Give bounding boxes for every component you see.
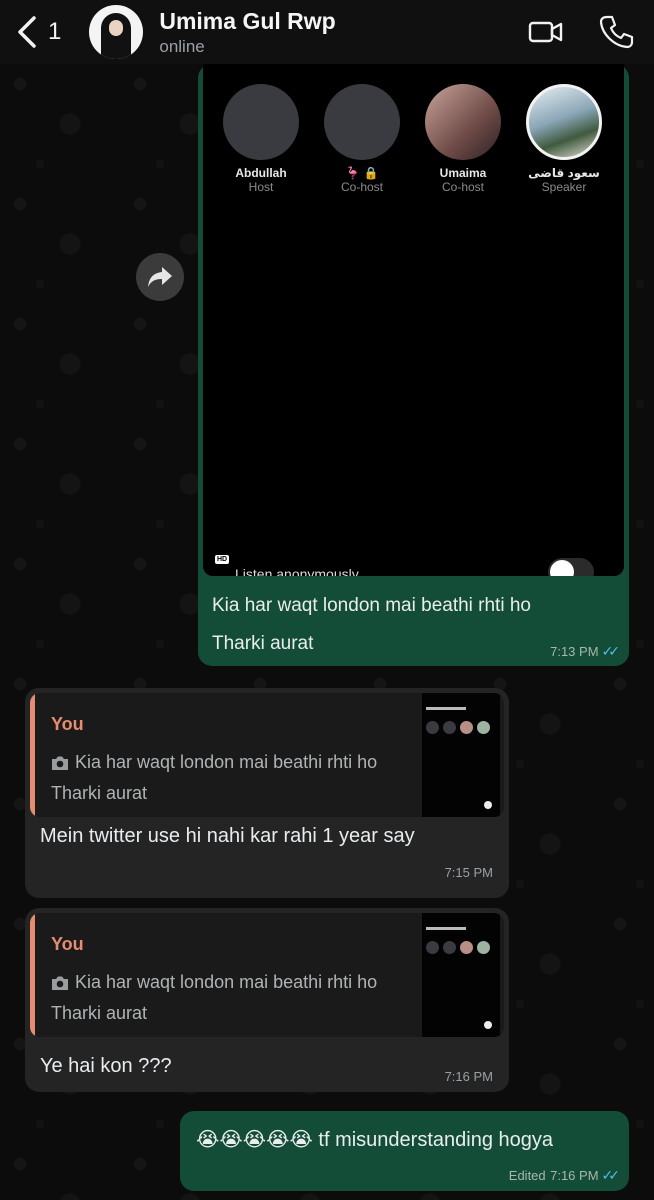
quote-line: Tharki aurat [51, 1003, 148, 1023]
camera-icon [52, 976, 68, 990]
quoted-message[interactable]: You Kia har waqt london mai beathi rhti … [30, 913, 504, 1037]
quote-author: You [51, 934, 84, 954]
quote-thumbnail [422, 693, 500, 817]
speaker-avatar [425, 84, 501, 160]
read-ticks-icon: ✓✓ [601, 1167, 621, 1183]
quoted-message[interactable]: You Kia har waqt london mai beathi rhti … [30, 693, 504, 817]
avatar[interactable] [89, 5, 144, 59]
speaker-list: Abdullah Host 🦩 🔒 Co-host Umaima Co-host… [223, 84, 602, 194]
outgoing-message[interactable]: 😭😭😭😭😭 tf misunderstanding hogya Edited 7… [180, 1111, 629, 1191]
quote-line: Kia har waqt london mai beathi rhti ho [75, 972, 378, 992]
speaker-name: Umaima [439, 166, 487, 180]
speaker-avatar [223, 84, 299, 160]
message-text: Ye hai kon ??? [40, 1055, 172, 1077]
speaker-name: سعود قاضی [528, 166, 600, 180]
unread-count: 1 [48, 18, 62, 45]
read-ticks-icon: ✓✓ [601, 643, 621, 659]
caption-line: Kia har waqt london mai beathi rhti ho [212, 595, 531, 616]
chat-header: 1 Umima Gul Rwp online [0, 0, 654, 64]
shared-screenshot[interactable]: Abdullah Host 🦩 🔒 Co-host Umaima Co-host… [203, 64, 624, 576]
message-time: 7:16 PM [444, 1069, 493, 1084]
message-time: 7:16 PM [550, 1168, 599, 1183]
listen-anonymously-label: Listen anonymously [235, 566, 359, 576]
contact-info[interactable]: Umima Gul Rwp online [159, 8, 335, 57]
speaker-name: Abdullah [235, 166, 287, 180]
hd-badge: HD [215, 555, 230, 564]
quote-text: Kia har waqt london mai beathi rhti ho T… [51, 967, 411, 1029]
speaker-role: Speaker [541, 180, 587, 194]
incoming-message[interactable]: You Kia har waqt london mai beathi rhti … [25, 908, 509, 1092]
speaker: 🦩 🔒 Co-host [324, 84, 400, 194]
camera-icon [52, 756, 68, 770]
chevron-left-icon [18, 16, 36, 48]
forward-button[interactable] [136, 253, 184, 301]
speaker-name: 🦩 🔒 [345, 166, 379, 180]
quote-accent-bar [30, 693, 35, 817]
message-time: 7:15 PM [444, 865, 493, 880]
speaker-role: Co-host [340, 180, 384, 194]
phone-icon[interactable] [598, 14, 634, 50]
caption-line: Tharki aurat [212, 633, 314, 654]
message-text: 😭😭😭😭😭 tf misunderstanding hogya [196, 1129, 553, 1151]
message-time: 7:13 PM [550, 644, 599, 659]
speaker-avatar [324, 84, 400, 160]
image-message[interactable]: Abdullah Host 🦩 🔒 Co-host Umaima Co-host… [198, 64, 629, 666]
speaker-role: Co-host [441, 180, 485, 194]
speaker: سعود قاضی Speaker [526, 84, 602, 194]
speaker: Abdullah Host [223, 84, 299, 194]
speaker-role: Host [248, 180, 274, 194]
quote-thumbnail [422, 913, 500, 1037]
quote-author: You [51, 714, 84, 734]
quote-line: Kia har waqt london mai beathi rhti ho [75, 752, 378, 772]
edited-label: Edited [508, 1168, 546, 1183]
quote-line: Tharki aurat [51, 783, 148, 803]
contact-name: Umima Gul Rwp [159, 7, 336, 34]
back-button[interactable]: 1 [16, 15, 61, 49]
message-meta: Edited 7:16 PM ✓✓ [508, 1167, 621, 1185]
speaker-avatar [526, 84, 602, 160]
forward-icon [148, 267, 172, 287]
speaker: Umaima Co-host [425, 84, 501, 194]
video-call-icon[interactable] [528, 14, 564, 50]
quote-text: Kia har waqt london mai beathi rhti ho T… [51, 747, 411, 809]
quote-accent-bar [30, 913, 35, 1037]
image-caption: Kia har waqt london mai beathi rhti ho T… [212, 587, 531, 663]
message-meta: 7:13 PM ✓✓ [550, 643, 621, 661]
listen-anonymously-toggle [548, 558, 594, 576]
message-text: Mein twitter use hi nahi kar rahi 1 year… [40, 825, 415, 847]
incoming-message[interactable]: You Kia har waqt london mai beathi rhti … [25, 688, 509, 898]
contact-status: online [159, 36, 205, 56]
